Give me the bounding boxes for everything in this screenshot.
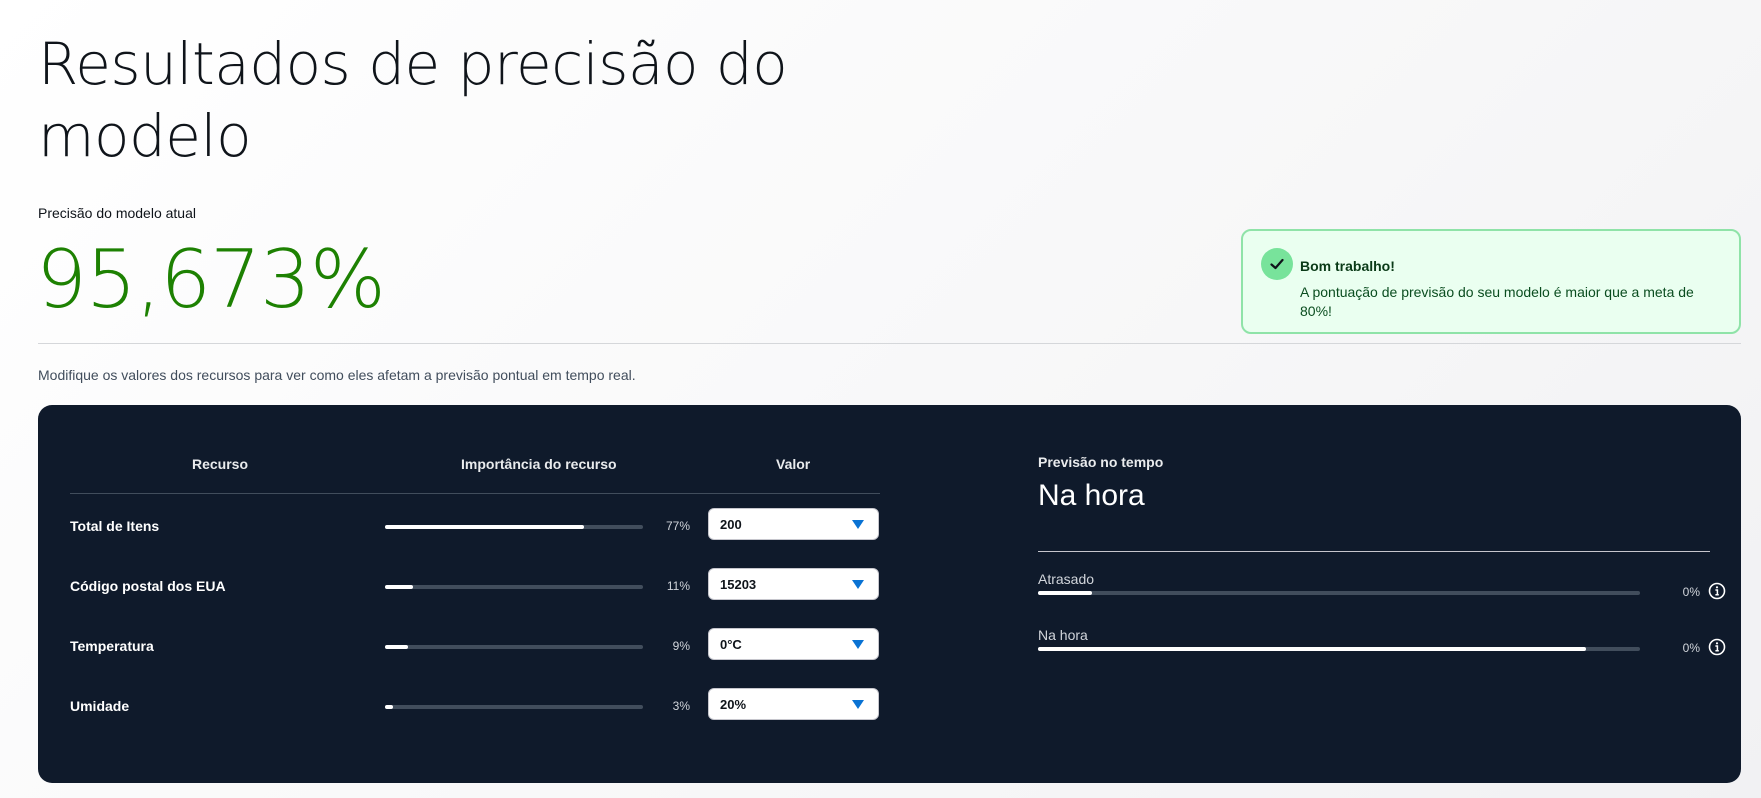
header-value: Valor <box>776 456 811 472</box>
importance-bar <box>385 525 643 529</box>
caret-down-icon <box>852 520 864 529</box>
probability-percent: 0% <box>1682 585 1700 599</box>
select-value: 200 <box>720 517 742 532</box>
probability-bar-fill <box>1038 647 1586 651</box>
prediction-divider <box>1038 551 1710 552</box>
importance-percent: 77% <box>665 519 690 533</box>
importance-percent: 3% <box>672 699 690 713</box>
page-title: Resultados de precisão do modelo <box>38 30 788 170</box>
importance-bar <box>385 585 643 589</box>
feature-row-total-items: Total de Itens 77% 200 <box>38 508 938 544</box>
probability-bar-fill <box>1038 591 1093 595</box>
select-value: 20% <box>720 697 747 712</box>
alert-message: A pontuação de previsão do seu modelo é … <box>1300 284 1694 319</box>
accuracy-label: Precisão do modelo atual <box>38 205 196 221</box>
caret-down-icon <box>852 700 864 709</box>
header-importance: Importância do recurso <box>461 456 617 472</box>
check-icon <box>1261 248 1293 280</box>
value-select-total-items[interactable]: 200 <box>708 508 879 540</box>
importance-bar-fill <box>385 585 414 589</box>
select-value: 0°C <box>720 637 742 652</box>
caret-down-icon <box>852 580 864 589</box>
table-header-divider <box>70 493 880 494</box>
alert-title: Bom trabalho! <box>1300 258 1395 274</box>
select-value: 15203 <box>720 577 757 592</box>
probability-label: Na hora <box>1038 627 1088 643</box>
importance-percent: 11% <box>666 579 690 593</box>
instruction-text: Modifique os valores dos recursos para v… <box>38 367 636 383</box>
value-select-humidity[interactable]: 20% <box>708 688 879 720</box>
section-divider <box>38 343 1741 344</box>
value-select-postal-code[interactable]: 15203 <box>708 568 879 600</box>
feature-name: Umidade <box>70 698 130 714</box>
success-alert: Bom trabalho! A pontuação de previsão do… <box>1241 229 1741 334</box>
probability-late: Atrasado 0% <box>1038 571 1728 611</box>
feature-row-humidity: Umidade 3% 20% <box>38 688 938 724</box>
importance-bar <box>385 705 643 709</box>
prediction-value: Na hora <box>1038 479 1145 512</box>
info-icon[interactable] <box>1708 582 1726 600</box>
value-select-temperature[interactable]: 0°C <box>708 628 879 660</box>
probability-label: Atrasado <box>1038 571 1095 587</box>
caret-down-icon <box>852 640 864 649</box>
what-if-panel: Recurso Importância do recurso Valor Tot… <box>38 405 1741 783</box>
prediction-label: Previsão no tempo <box>1038 454 1164 470</box>
info-icon[interactable] <box>1708 638 1726 656</box>
accuracy-value: 95,673% <box>36 233 386 326</box>
feature-name: Código postal dos EUA <box>70 578 226 594</box>
feature-name: Temperatura <box>70 638 154 654</box>
probability-on-time: Na hora 0% <box>1038 627 1728 667</box>
importance-bar-fill <box>385 705 393 709</box>
probability-bar <box>1038 591 1640 595</box>
importance-percent: 9% <box>672 639 690 653</box>
importance-bar <box>385 645 643 649</box>
probability-bar <box>1038 647 1640 651</box>
header-feature: Recurso <box>192 456 249 472</box>
importance-bar-fill <box>385 525 584 529</box>
feature-row-postal-code: Código postal dos EUA 11% 15203 <box>38 568 938 604</box>
feature-row-temperature: Temperatura 9% 0°C <box>38 628 938 664</box>
probability-percent: 0% <box>1682 641 1700 655</box>
feature-name: Total de Itens <box>70 518 160 534</box>
importance-bar-fill <box>385 645 409 649</box>
